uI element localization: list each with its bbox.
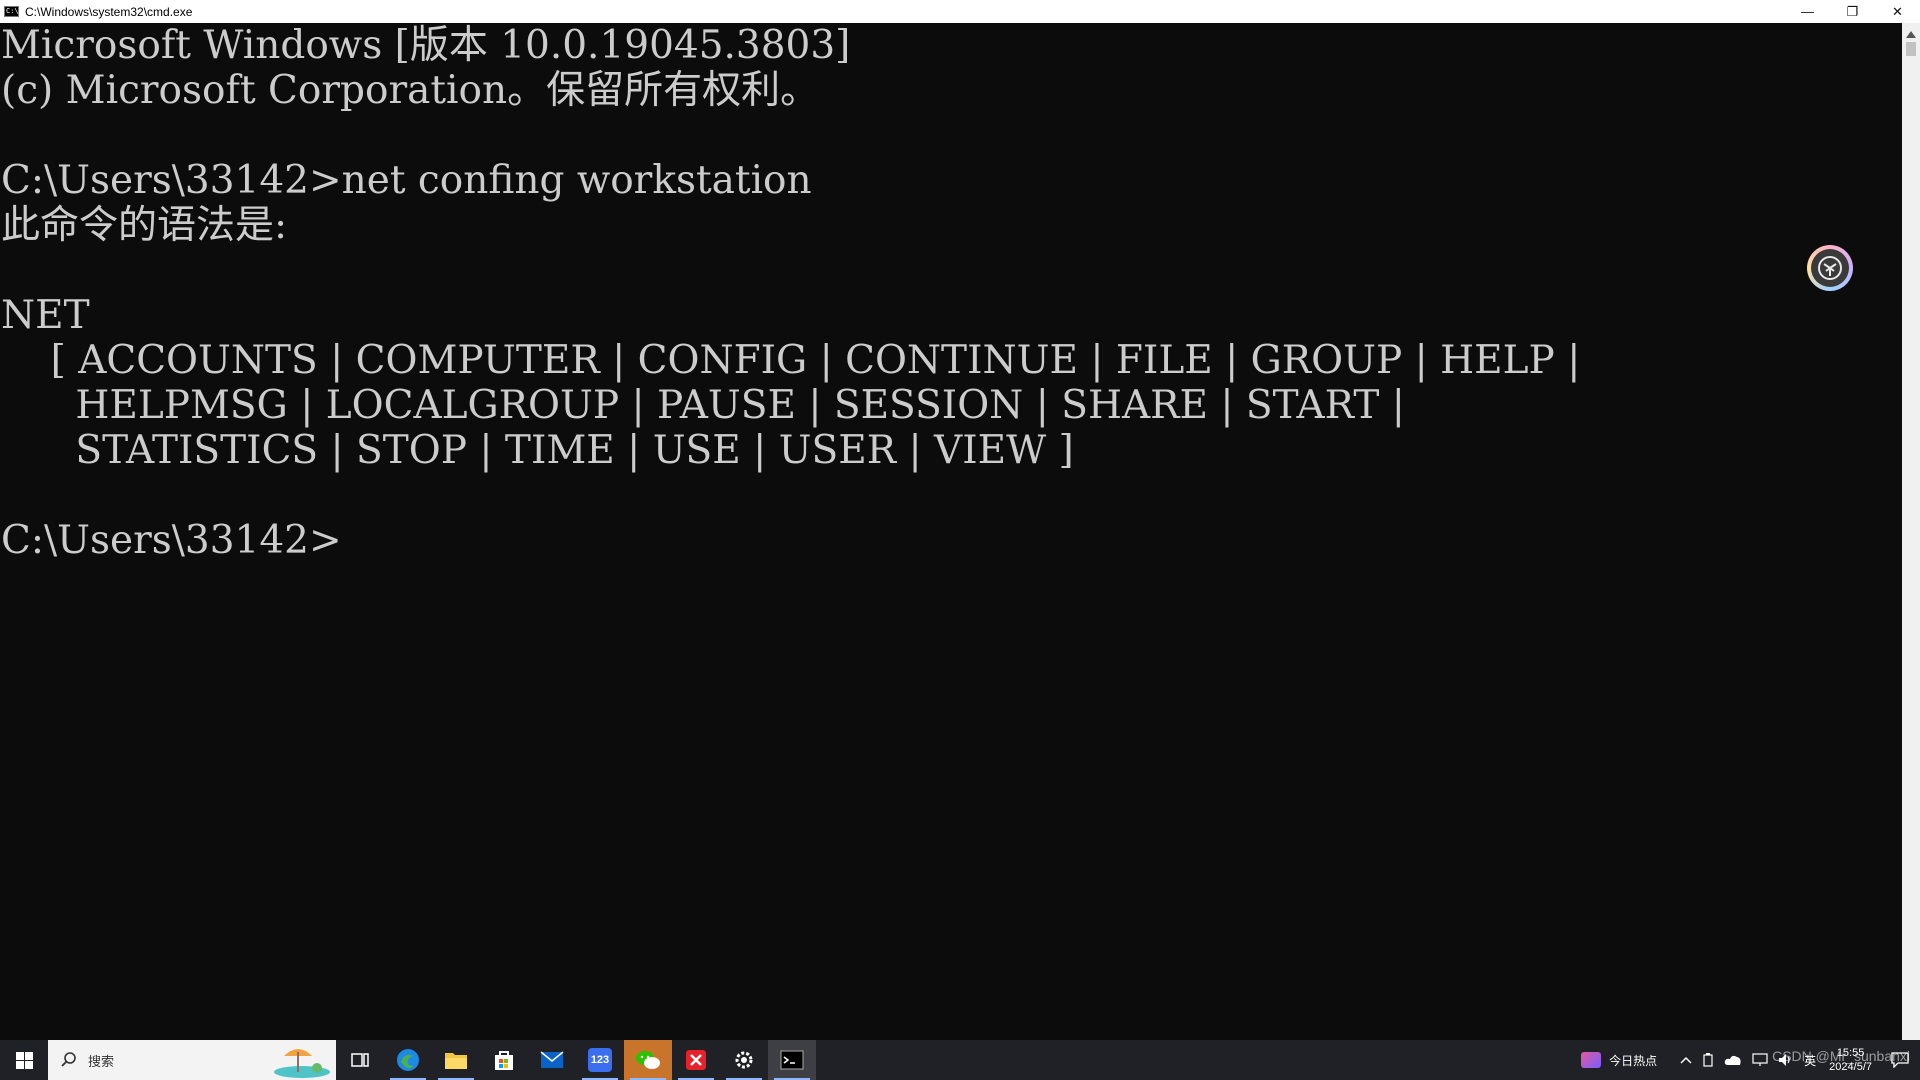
battery-tray-button[interactable] [1702, 1053, 1714, 1067]
xmind-icon [686, 1050, 706, 1070]
show-hidden-icons-button[interactable] [1680, 1056, 1692, 1064]
console-output: Microsoft Windows [版本 10.0.19045.3803] (… [0, 23, 1902, 563]
store-button[interactable] [480, 1040, 528, 1080]
desktop-screen: C:\ C:\Windows\system32\cmd.exe — ❐ ✕ Mi… [0, 0, 1920, 1080]
system-tray: 今日热点 英 15:55 2024/5/7 [1576, 1040, 1920, 1080]
task-view-icon [351, 1053, 369, 1067]
console-line: C:\Users\33142> [1, 518, 342, 563]
terminal-icon [780, 1050, 804, 1070]
input-language-button[interactable]: 英 [1804, 1052, 1816, 1069]
notification-icon [1891, 1052, 1909, 1068]
network-tray-button[interactable] [1752, 1053, 1768, 1067]
cmd-app-icon: C:\ [4, 6, 19, 17]
onedrive-tray-button[interactable] [1724, 1054, 1742, 1066]
speaker-icon [1779, 1054, 1790, 1066]
network-icon [1752, 1053, 1768, 1066]
console-line: Microsoft Windows [版本 10.0.19045.3803] [1, 23, 851, 68]
clock[interactable]: 15:55 2024/5/7 [1829, 1046, 1872, 1074]
input-language-label: 英 [1804, 1053, 1817, 1068]
console-line: 此命令的语法是: [1, 203, 288, 248]
search-placeholder: 搜索 [88, 1053, 115, 1069]
scroll-up-arrow-icon[interactable] [1906, 31, 1916, 38]
console-line: NET [1, 293, 90, 338]
windows-logo-icon [15, 1051, 33, 1069]
close-button[interactable]: ✕ [1875, 0, 1920, 23]
restore-button[interactable]: ❐ [1830, 0, 1875, 23]
news-icon [1581, 1052, 1602, 1068]
notification-center-button[interactable] [1880, 1040, 1920, 1080]
settings-icon [735, 1051, 753, 1069]
terminal-button[interactable] [768, 1040, 816, 1080]
taskbar: 搜索 123 今日热点 英 15:55 2024/5/7 CSDN @Mr_su… [0, 1040, 1920, 1080]
console-line: C:\Users\33142>net confing workstation [1, 158, 812, 203]
store-icon [495, 1051, 513, 1070]
edge-button[interactable] [384, 1040, 432, 1080]
file-explorer-button[interactable] [432, 1040, 480, 1080]
app-123-icon: 123 [588, 1048, 612, 1072]
window-title-bar[interactable]: C:\ C:\Windows\system32\cmd.exe — ❐ ✕ [0, 0, 1920, 23]
app-123-button[interactable]: 123 [576, 1040, 624, 1080]
settings-button[interactable] [720, 1040, 768, 1080]
console-area[interactable]: Microsoft Windows [版本 10.0.19045.3803] (… [0, 23, 1902, 1040]
console-line: HELPMSG | LOCALGROUP | PAUSE | SESSION |… [1, 383, 1405, 428]
search-highlight-illustration-icon [274, 1049, 330, 1078]
edge-icon [397, 1049, 419, 1071]
console-line: (c) Microsoft Corporation。保留所有权利。 [1, 68, 820, 113]
volume-tray-button[interactable] [1778, 1053, 1794, 1067]
wechat-button[interactable] [624, 1040, 672, 1080]
clock-date: 2024/5/7 [1829, 1061, 1872, 1073]
window-title: C:\Windows\system32\cmd.exe [25, 4, 193, 19]
minimize-button[interactable]: — [1785, 0, 1830, 23]
battery-icon [1703, 1053, 1713, 1067]
file-explorer-icon [445, 1053, 467, 1069]
mail-icon [540, 1051, 564, 1068]
task-view-button[interactable] [336, 1040, 384, 1080]
assistant-icon [1811, 249, 1849, 287]
news-widget[interactable]: 今日热点 [1581, 1052, 1657, 1069]
news-label: 今日热点 [1609, 1053, 1658, 1068]
floating-assistant-badge[interactable] [1807, 245, 1853, 291]
console-line: [ ACCOUNTS | COMPUTER | CONFIG | CONTINU… [1, 338, 1581, 383]
wechat-icon [636, 1051, 660, 1069]
mail-button[interactable] [528, 1040, 576, 1080]
scroll-thumb[interactable] [1906, 42, 1916, 56]
search-icon [61, 1052, 76, 1067]
start-button[interactable] [0, 1040, 48, 1080]
clock-time: 15:55 [1836, 1047, 1865, 1059]
chevron-up-icon [1680, 1056, 1692, 1064]
taskbar-search-box[interactable]: 搜索 [48, 1040, 336, 1080]
console-line: STATISTICS | STOP | TIME | USE | USER | … [1, 428, 1074, 473]
vertical-scrollbar[interactable] [1902, 23, 1920, 1040]
xmind-button[interactable] [672, 1040, 720, 1080]
cloud-icon [1724, 1055, 1741, 1065]
